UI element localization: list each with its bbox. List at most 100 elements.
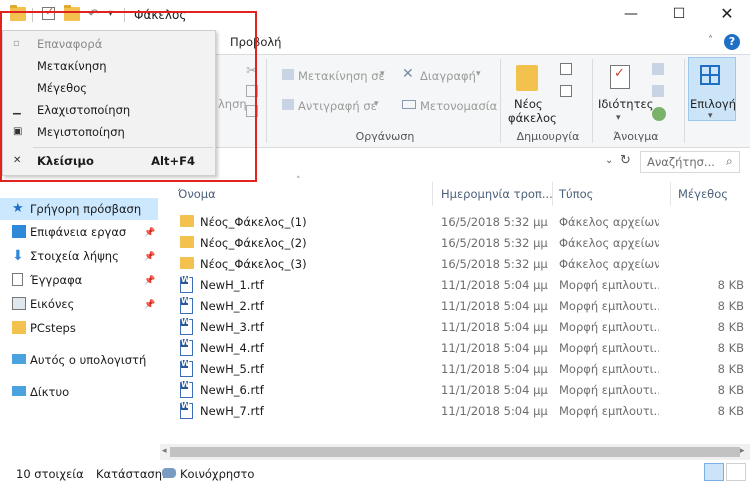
file-name: NewH_2.rtf <box>200 299 264 313</box>
file-type: Μορφή εμπλουτι... <box>559 278 659 292</box>
column-header-date[interactable]: Ημερομηνία τροπ... <box>441 178 553 208</box>
file-name: NewH_4.rtf <box>200 341 264 355</box>
chevron-down-icon[interactable]: ⌄ <box>605 155 613 166</box>
group-divider <box>592 59 593 143</box>
file-type: Μορφή εμπλουτι... <box>559 341 659 355</box>
nav-item-desktop[interactable]: Επιφάνεια εργασ <box>12 222 126 242</box>
new-folder-button-line2[interactable]: φάκελος <box>508 111 557 125</box>
chevron-down-icon: ▾ <box>374 99 379 109</box>
nav-item-network[interactable]: Δίκτυο <box>12 382 70 402</box>
rename-icon <box>402 100 416 109</box>
chevron-down-icon: ▾ <box>380 69 385 79</box>
select-button[interactable]: Επιλογή <box>690 97 736 111</box>
properties-button[interactable]: Ιδιότητες <box>598 97 653 111</box>
search-input[interactable]: Αναζήτησ... <box>640 151 740 173</box>
column-divider[interactable] <box>552 182 553 206</box>
delete-button[interactable]: Διαγραφή <box>420 69 476 83</box>
file-size: 8 KB <box>717 383 744 397</box>
scroll-right-icon[interactable]: ▸ <box>740 446 745 456</box>
file-row[interactable]: NewH_2.rtf 11/1/2018 5:04 μμ Μορφή εμπλο… <box>160 296 750 317</box>
file-row[interactable]: NewH_7.rtf 11/1/2018 5:04 μμ Μορφή εμπλο… <box>160 401 750 422</box>
nav-label: Έγγραφα <box>30 273 83 287</box>
scroll-left-icon[interactable]: ◂ <box>162 446 167 456</box>
new-item-icon[interactable] <box>560 63 572 75</box>
move-to-button[interactable]: Μετακίνηση σε <box>298 69 385 83</box>
users-icon <box>162 468 176 478</box>
file-row[interactable]: NewH_1.rtf 11/1/2018 5:04 μμ Μορφή εμπλο… <box>160 275 750 296</box>
state-value: Κοινόχρηστο <box>180 467 255 481</box>
file-name: Νέος_Φάκελος_(1) <box>200 215 307 229</box>
group-divider <box>684 59 685 143</box>
chevron-down-icon: ▾ <box>708 111 713 121</box>
pictures-icon <box>12 297 26 310</box>
file-row[interactable]: NewH_5.rtf 11/1/2018 5:04 μμ Μορφή εμπλο… <box>160 359 750 380</box>
file-type: Φάκελος αρχείων <box>559 257 659 271</box>
move-to-icon <box>282 69 294 80</box>
file-row[interactable]: Νέος_Φάκελος_(2) 16/5/2018 5:32 μμ Φάκελ… <box>160 233 750 254</box>
file-type: Μορφή εμπλουτι... <box>559 383 659 397</box>
folder-icon <box>180 236 194 248</box>
nav-item-pictures[interactable]: Εικόνες <box>12 294 74 314</box>
nav-item-documents[interactable]: Έγγραφα <box>12 270 83 290</box>
properties-icon: ✓ <box>610 65 630 89</box>
select-icon <box>700 65 720 85</box>
file-type: Μορφή εμπλουτι... <box>559 404 659 418</box>
easy-access-icon[interactable] <box>560 85 572 97</box>
file-row[interactable]: NewH_3.rtf 11/1/2018 5:04 μμ Μορφή εμπλο… <box>160 317 750 338</box>
edit-icon[interactable] <box>652 85 664 97</box>
open-icon[interactable] <box>652 63 664 75</box>
details-view-button[interactable] <box>704 463 724 481</box>
file-name: NewH_7.rtf <box>200 404 264 418</box>
refresh-icon[interactable]: ↻ <box>620 153 631 168</box>
scrollbar-thumb[interactable] <box>170 447 740 457</box>
file-size: 8 KB <box>717 404 744 418</box>
pin-icon[interactable]: 📌 <box>144 276 155 286</box>
pin-icon[interactable]: 📌 <box>144 252 155 262</box>
history-icon[interactable] <box>652 107 666 121</box>
file-row[interactable]: NewH_4.rtf 11/1/2018 5:04 μμ Μορφή εμπλο… <box>160 338 750 359</box>
file-date: 11/1/2018 5:04 μμ <box>441 299 548 313</box>
file-type: Μορφή εμπλουτι... <box>559 362 659 376</box>
highlight-box <box>0 11 257 182</box>
column-divider[interactable] <box>670 182 671 206</box>
nav-label: Δίκτυο <box>30 385 70 399</box>
rename-button[interactable]: Μετονομασία <box>420 99 497 113</box>
group-label-create: Δημιουργία <box>516 130 580 143</box>
file-name: Νέος_Φάκελος_(2) <box>200 236 307 250</box>
sort-chevron-icon: ˄ <box>296 176 301 186</box>
group-divider <box>266 59 267 143</box>
help-icon[interactable]: ? <box>724 34 740 50</box>
maximize-button[interactable]: ☐ <box>656 0 702 30</box>
file-row[interactable]: NewH_6.rtf 11/1/2018 5:04 μμ Μορφή εμπλο… <box>160 380 750 401</box>
file-date: 16/5/2018 5:32 μμ <box>441 236 548 250</box>
large-icons-view-button[interactable] <box>726 463 746 481</box>
file-row[interactable]: Νέος_Φάκελος_(3) 16/5/2018 5:32 μμ Φάκελ… <box>160 254 750 275</box>
file-date: 11/1/2018 5:04 μμ <box>441 341 548 355</box>
nav-item-quick-access[interactable]: ★ Γρήγορη πρόσβαση <box>12 199 141 219</box>
column-header-name[interactable]: Όνομα <box>178 178 216 208</box>
document-icon <box>12 273 23 286</box>
chevron-up-icon[interactable]: ˄ <box>708 35 713 46</box>
nav-item-pcsteps[interactable]: PCsteps <box>12 318 76 338</box>
word-document-icon <box>180 297 193 314</box>
search-icon[interactable]: ⌕ <box>726 154 733 169</box>
close-button[interactable]: ✕ <box>704 0 750 30</box>
nav-item-this-pc[interactable]: Αυτός ο υπολογιστή <box>12 350 146 370</box>
minimize-button[interactable]: — <box>608 0 654 30</box>
star-icon: ★ <box>12 201 24 216</box>
file-date: 11/1/2018 5:04 μμ <box>441 278 548 292</box>
copy-to-icon <box>282 99 294 110</box>
copy-to-button[interactable]: Αντιγραφή σε <box>298 99 377 113</box>
column-header-type[interactable]: Τύπος <box>559 178 593 208</box>
new-folder-button-line1[interactable]: Νέος <box>514 97 543 111</box>
column-divider[interactable] <box>432 182 433 206</box>
file-row[interactable]: Νέος_Φάκελος_(1) 16/5/2018 5:32 μμ Φάκελ… <box>160 212 750 233</box>
folder-icon <box>12 321 26 334</box>
nav-item-downloads[interactable]: ⬇ Στοιχεία λήψης <box>12 246 119 266</box>
file-type: Μορφή εμπλουτι... <box>559 299 659 313</box>
pin-icon[interactable]: 📌 <box>144 228 155 238</box>
pin-icon[interactable]: 📌 <box>144 300 155 310</box>
file-date: 11/1/2018 5:04 μμ <box>441 383 548 397</box>
column-header-size[interactable]: Μέγεθος <box>678 178 728 208</box>
desktop-icon <box>12 225 26 238</box>
